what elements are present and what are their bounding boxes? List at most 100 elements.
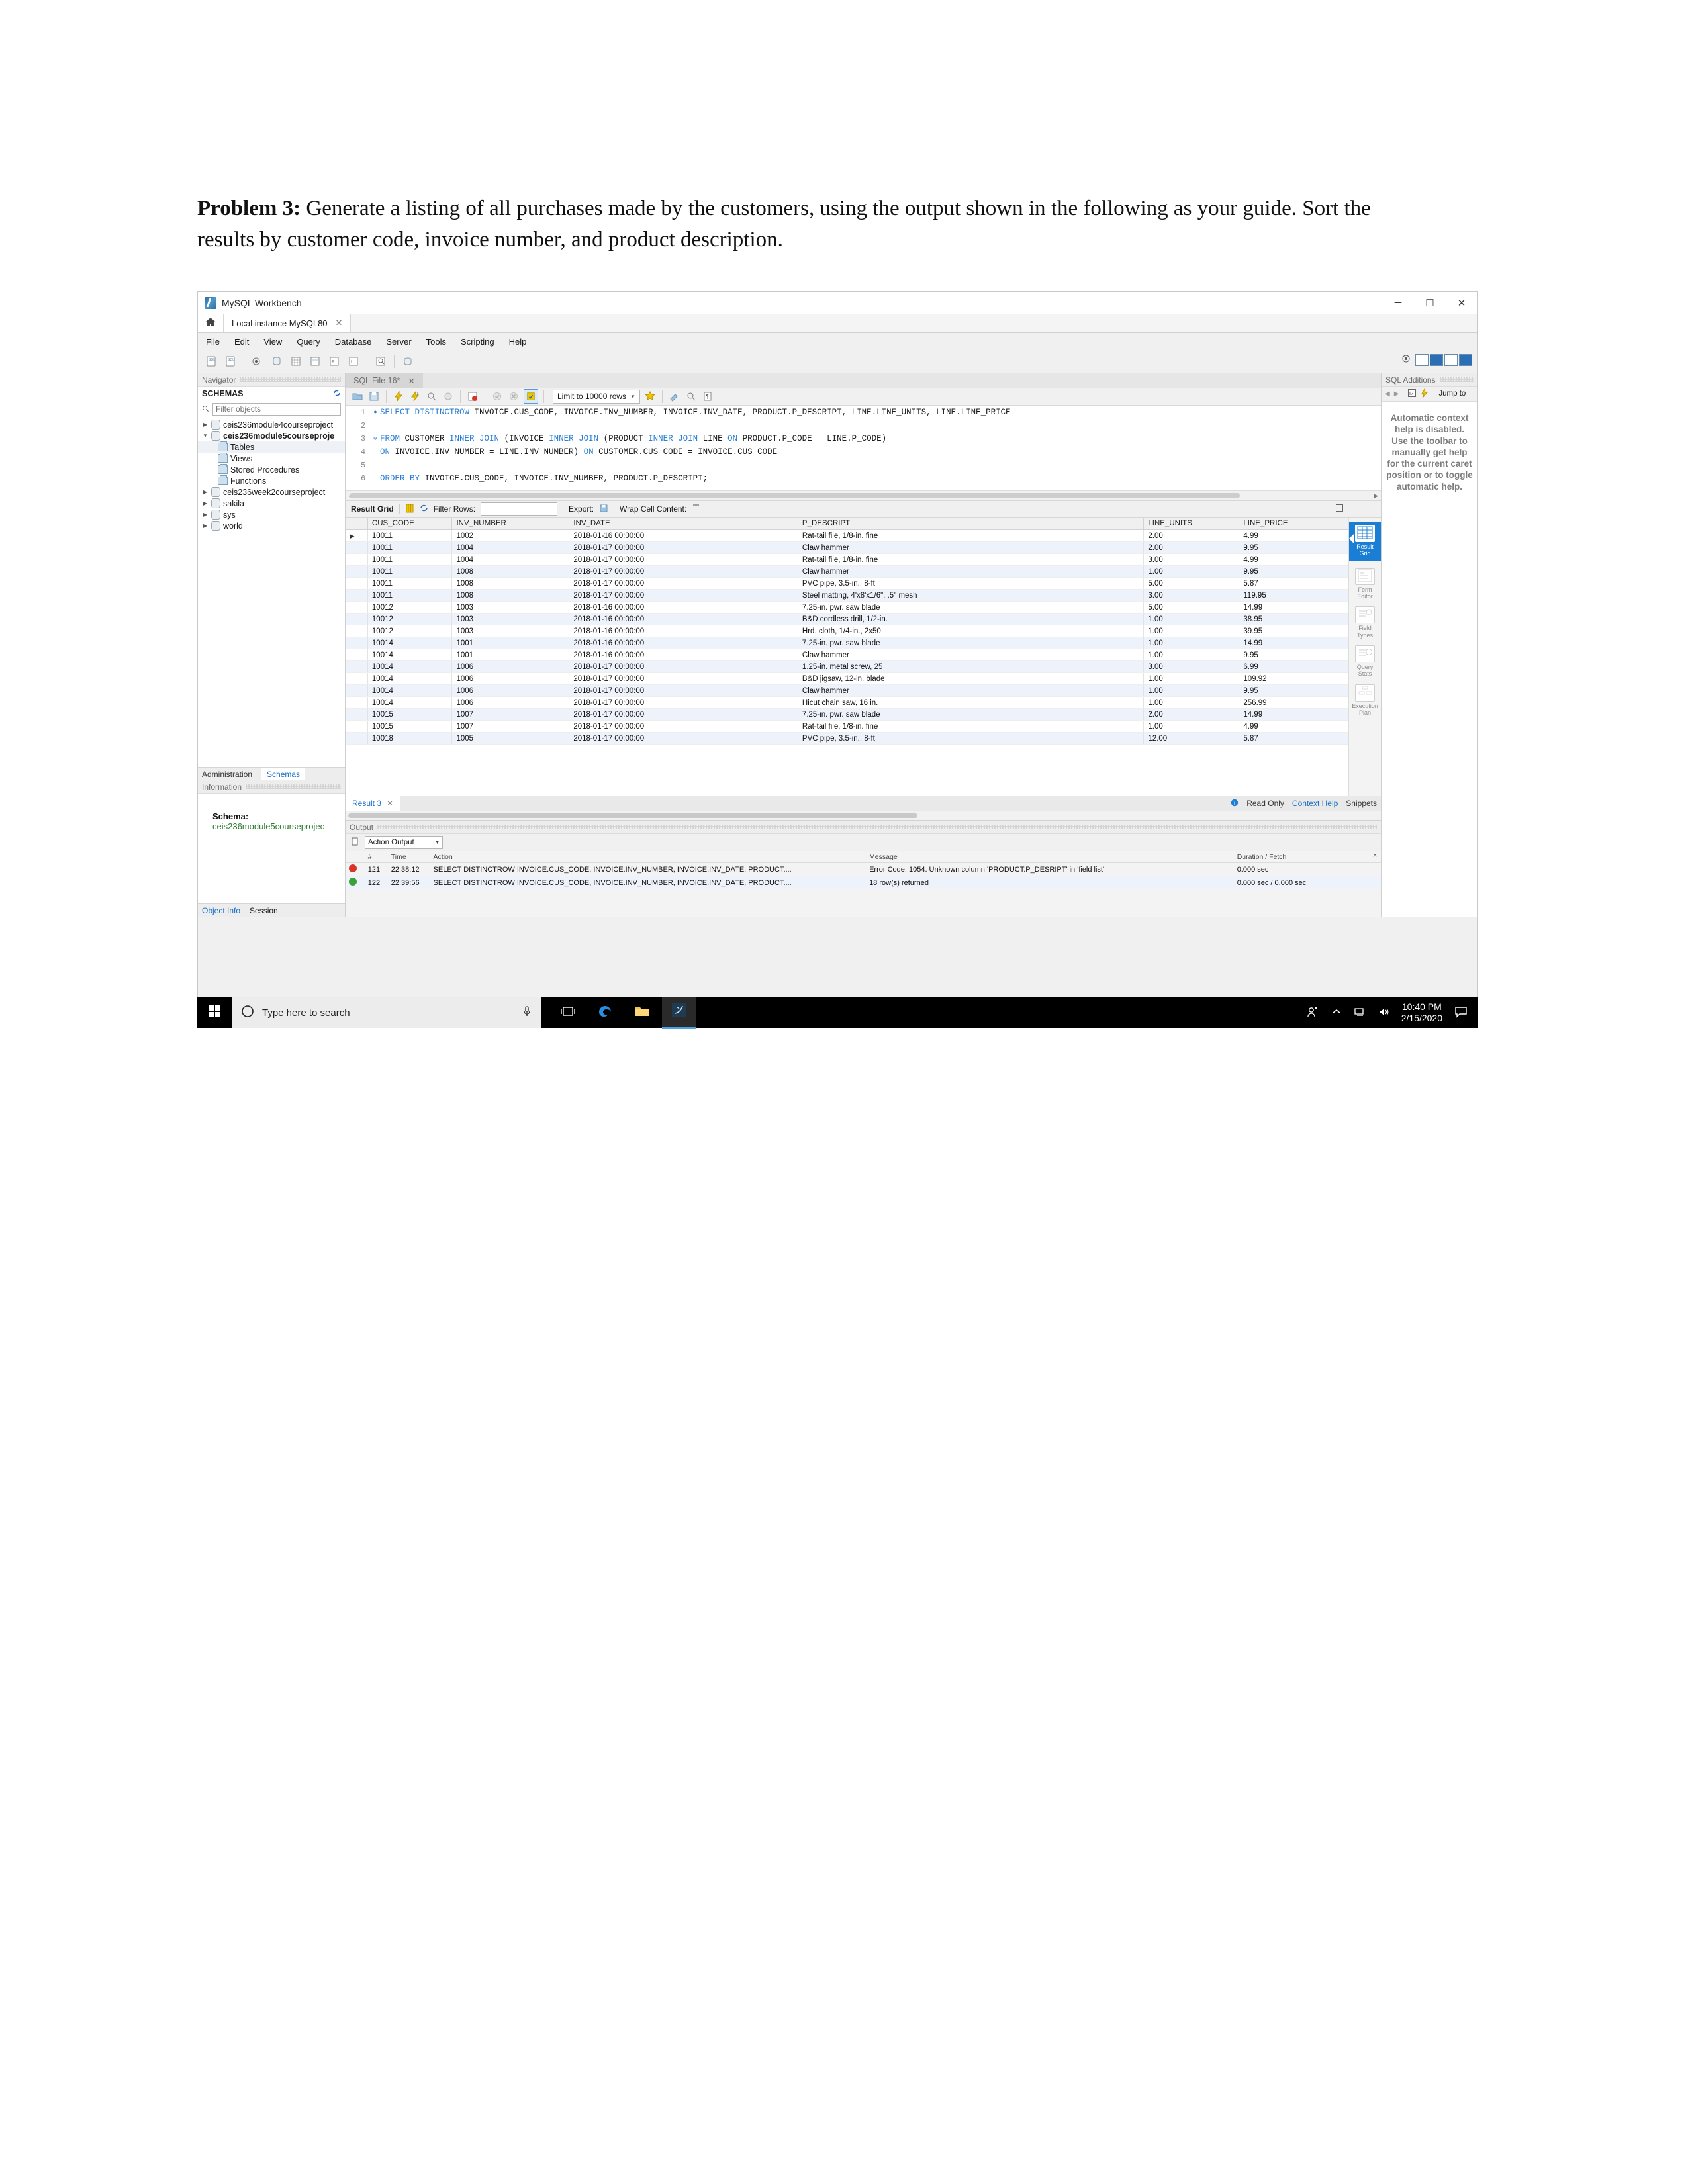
table-row[interactable]: 10015 1007 2018-01-17 00:00:00 Rat-tail fil… [346, 720, 1348, 733]
table-cell-p-descript[interactable]: Rat-tail file, 1/8-in. fine [798, 553, 1145, 566]
row-marker[interactable] [346, 625, 368, 637]
table-cell-cus-code[interactable]: 10014 [367, 684, 453, 697]
table-cell-line-price[interactable]: 5.87 [1239, 732, 1348, 745]
explain-query-icon[interactable] [425, 390, 438, 403]
table-cell-line-units[interactable]: 3.00 [1143, 553, 1240, 566]
table-cell-line-units[interactable]: 1.00 [1143, 625, 1240, 637]
fold-marker-icon[interactable]: ⊖ [371, 435, 380, 442]
menu-item-edit[interactable]: Edit [234, 337, 249, 347]
menu-item-scripting[interactable]: Scripting [461, 337, 494, 347]
tab-result-3[interactable]: Result 3 ✕ [346, 796, 400, 811]
table-cell-p-descript[interactable]: Rat-tail file, 1/8-in. fine [798, 720, 1145, 733]
jump-to-label[interactable]: Jump to [1438, 390, 1466, 398]
commit-icon[interactable] [491, 390, 504, 403]
taskbar-search[interactable]: Type here to search [232, 997, 541, 1028]
table-cell-line-price[interactable]: 39.95 [1239, 625, 1348, 637]
menu-item-server[interactable]: Server [386, 337, 411, 347]
tree-item-ceis236week2courseproject[interactable]: ▶ ceis236week2courseproject [198, 486, 345, 498]
table-cell-p-descript[interactable]: Claw hammer [798, 565, 1145, 578]
table-cell-inv-number[interactable]: 1001 [451, 649, 570, 661]
row-marker[interactable] [346, 732, 368, 745]
table-cell-inv-date[interactable]: 2018-01-17 00:00:00 [569, 565, 798, 578]
table-cell-p-descript[interactable]: 7.25-in. pwr. saw blade [798, 637, 1145, 649]
table-cell-line-units[interactable]: 2.00 [1143, 541, 1240, 554]
stop-on-error-icon[interactable] [442, 390, 455, 403]
rollback-icon[interactable] [507, 390, 520, 403]
output-scroll-up-icon[interactable]: ^ [1370, 851, 1381, 863]
tab-context-help[interactable]: Context Help [1292, 799, 1338, 808]
edge-button[interactable] [588, 997, 622, 1028]
table-cell-inv-date[interactable]: 2018-01-17 00:00:00 [569, 553, 798, 566]
chevron-right-icon[interactable]: ▶ [202, 512, 209, 518]
close-icon[interactable]: ✕ [408, 376, 414, 386]
auto-help-toggle-icon[interactable] [1421, 388, 1430, 400]
table-cell-p-descript[interactable]: 7.25-in. pwr. saw blade [798, 601, 1145, 614]
new-table-icon[interactable] [288, 353, 304, 369]
table-cell-inv-number[interactable]: 1002 [451, 529, 570, 542]
row-marker[interactable] [346, 541, 368, 554]
wrap-cell-icon[interactable] [692, 504, 700, 514]
table-row[interactable]: 10014 1006 2018-01-17 00:00:00 1.25-in. met… [346, 660, 1348, 673]
table-cell-p-descript[interactable]: B&D jigsaw, 12-in. blade [798, 672, 1145, 685]
table-cell-inv-number[interactable]: 1005 [451, 732, 570, 745]
table-cell-cus-code[interactable]: 10012 [367, 625, 453, 637]
table-row[interactable]: 10015 1007 2018-01-17 00:00:00 7.25-in. pwr… [346, 708, 1348, 721]
table-cell-cus-code[interactable]: 10014 [367, 660, 453, 673]
row-marker[interactable] [346, 672, 368, 685]
table-cell-p-descript[interactable]: Claw hammer [798, 684, 1145, 697]
table-cell-inv-date[interactable]: 2018-01-16 00:00:00 [569, 649, 798, 661]
table-cell-cus-code[interactable]: 10011 [367, 529, 453, 542]
forward-arrow-icon[interactable]: ▶ [1394, 390, 1399, 398]
table-cell-line-price[interactable]: 109.92 [1239, 672, 1348, 685]
table-cell-line-price[interactable]: 14.99 [1239, 708, 1348, 721]
filter-objects-input[interactable] [212, 402, 341, 416]
filter-rows-input[interactable] [481, 502, 558, 516]
table-cell-line-units[interactable]: 1.00 [1143, 720, 1240, 733]
menu-item-database[interactable]: Database [335, 337, 372, 347]
row-limit-select[interactable]: Limit to 10000 rows ▼ [553, 389, 640, 404]
context-help-icon[interactable]: I? [1407, 388, 1417, 400]
table-cell-inv-number[interactable]: 1006 [451, 696, 570, 709]
table-row[interactable]: 10011 1004 2018-01-17 00:00:00 Rat-tail fil… [346, 553, 1348, 566]
tab-result-grid[interactable]: Result Grid [1349, 522, 1381, 561]
table-cell-p-descript[interactable]: Steel matting, 4'x8'x1/6", .5" mesh [798, 589, 1145, 602]
table-row[interactable]: 10014 1006 2018-01-17 00:00:00 Hicut chain … [346, 696, 1348, 709]
table-cell-line-units[interactable]: 1.00 [1143, 696, 1240, 709]
table-cell-p-descript[interactable]: Claw hammer [798, 541, 1145, 554]
table-row[interactable]: 10011 1008 2018-01-17 00:00:00 Steel mattin… [346, 589, 1348, 602]
table-row[interactable]: ▶ 10011 1002 2018-01-16 00:00:00 Rat-tail fi… [346, 529, 1348, 542]
table-row[interactable]: 10014 1001 2018-01-16 00:00:00 7.25-in. pwr… [346, 637, 1348, 649]
table-cell-cus-code[interactable]: 10018 [367, 732, 453, 745]
chevron-down-icon[interactable]: ▼ [202, 433, 209, 439]
table-cell-cus-code[interactable]: 10012 [367, 613, 453, 625]
table-cell-cus-code[interactable]: 10015 [367, 708, 453, 721]
table-row[interactable]: 10011 1008 2018-01-17 00:00:00 Claw hammer 1… [346, 565, 1348, 578]
table-cell-cus-code[interactable]: 10011 [367, 589, 453, 602]
table-cell-cus-code[interactable]: 10011 [367, 577, 453, 590]
export-icon[interactable] [599, 504, 608, 515]
row-marker[interactable] [346, 565, 368, 578]
tree-item-views[interactable]: Views [198, 453, 345, 464]
tab-field-types[interactable]: Field Types [1350, 606, 1380, 639]
table-cell-line-units[interactable]: 1.00 [1143, 672, 1240, 685]
maximize-result-panel-icon[interactable] [1335, 504, 1344, 514]
table-cell-p-descript[interactable]: 7.25-in. pwr. saw blade [798, 708, 1145, 721]
new-procedure-icon[interactable]: P [326, 353, 342, 369]
table-cell-line-price[interactable]: 256.99 [1239, 696, 1348, 709]
table-cell-inv-date[interactable]: 2018-01-17 00:00:00 [569, 720, 798, 733]
column-header-inv-number[interactable]: INV_NUMBER [451, 518, 570, 530]
table-cell-inv-number[interactable]: 1008 [451, 589, 570, 602]
column-header-cus-code[interactable]: CUS_CODE [367, 518, 453, 530]
table-cell-inv-date[interactable]: 2018-01-17 00:00:00 [569, 696, 798, 709]
close-icon[interactable]: ✕ [387, 799, 393, 808]
execute-icon[interactable] [392, 390, 405, 403]
home-tab[interactable] [198, 314, 224, 332]
result-grid[interactable]: CUS_CODE INV_NUMBER INV_DATE P_DESCRIPT … [346, 518, 1348, 796]
network-icon[interactable] [1354, 1007, 1366, 1019]
table-cell-line-price[interactable]: 4.99 [1239, 720, 1348, 733]
table-row[interactable]: 10014 1001 2018-01-16 00:00:00 Claw hammer 1… [346, 649, 1348, 661]
table-cell-inv-date[interactable]: 2018-01-16 00:00:00 [569, 613, 798, 625]
tab-schemas[interactable]: Schemas [261, 768, 306, 780]
tab-form-editor[interactable]: Form Editor [1350, 567, 1380, 600]
table-row[interactable]: 10014 1006 2018-01-17 00:00:00 B&D jigsaw, … [346, 672, 1348, 685]
